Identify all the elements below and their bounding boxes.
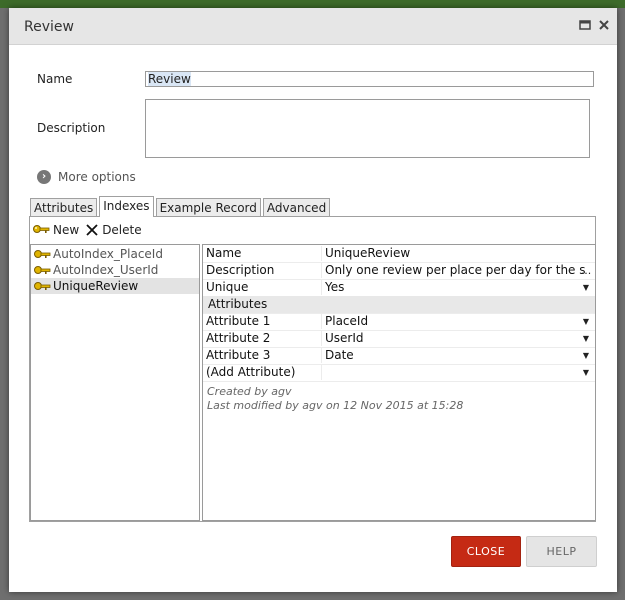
description-more-button[interactable]: ... (580, 263, 592, 278)
tab-bar: Attributes Indexes Example Record Advanc… (30, 196, 332, 217)
new-index-button[interactable]: New (32, 223, 79, 237)
property-key: Name (206, 246, 242, 260)
review-dialog: Review Name Review Description › More op… (9, 8, 617, 592)
key-icon (34, 250, 51, 258)
index-properties: Name UniqueReview Description Only one r… (202, 244, 596, 521)
created-by-text: Created by agv (207, 385, 292, 398)
key-new-icon (33, 225, 50, 233)
property-value-name[interactable]: UniqueReview (321, 246, 585, 261)
property-value-attribute-3[interactable]: Date (321, 348, 585, 363)
dropdown-arrow-icon[interactable]: ▼ (580, 348, 592, 363)
property-value-unique[interactable]: Yes (321, 280, 585, 295)
description-field[interactable] (145, 99, 590, 158)
key-icon (34, 282, 51, 290)
property-value-attribute-1[interactable]: PlaceId (321, 314, 585, 329)
last-modified-text: Last modified by agv on 12 Nov 2015 at 1… (207, 399, 464, 412)
chevron-right-icon: › (37, 170, 51, 184)
delete-index-button[interactable]: Delete (85, 223, 142, 237)
name-field[interactable]: Review (145, 71, 594, 87)
dropdown-arrow-icon[interactable]: ▼ (580, 365, 592, 380)
index-name: AutoIndex_PlaceId (53, 247, 163, 261)
property-row-name: Name UniqueReview (203, 245, 595, 263)
tab-attributes[interactable]: Attributes (30, 198, 98, 217)
dropdown-arrow-icon[interactable]: ▼ (580, 314, 592, 329)
tab-indexes[interactable]: Indexes (99, 196, 154, 217)
list-item[interactable]: AutoIndex_PlaceId (31, 246, 199, 262)
more-options-label: More options (58, 170, 136, 184)
index-list: AutoIndex_PlaceId AutoIndex_UserId Uniqu… (30, 244, 200, 521)
indexes-panel: New Delete AutoIndex_PlaceId AutoIndex_U… (29, 216, 596, 522)
list-item[interactable]: AutoIndex_UserId (31, 262, 199, 278)
dialog-title: Review (24, 19, 74, 35)
property-key: Attribute 3 (206, 348, 271, 362)
tab-advanced[interactable]: Advanced (262, 198, 331, 217)
property-key: Description (206, 263, 275, 277)
property-row-attribute-2: Attribute 2 UserId ▼ (203, 330, 595, 348)
property-key: Unique (206, 280, 249, 294)
close-button[interactable]: CLOSE (451, 536, 521, 567)
property-row-add-attribute: (Add Attribute) ▼ (203, 364, 595, 382)
indexes-toolbar: New Delete (32, 221, 148, 239)
dropdown-arrow-icon[interactable]: ▼ (580, 280, 592, 295)
index-name: AutoIndex_UserId (53, 263, 159, 277)
watermark-text: https://blog.csdn.net/weixin_44201062 (342, 572, 603, 587)
dropdown-arrow-icon[interactable]: ▼ (580, 331, 592, 346)
more-options-toggle[interactable]: › More options (37, 169, 136, 185)
property-value-attribute-2[interactable]: UserId (321, 331, 585, 346)
tab-example-record[interactable]: Example Record (155, 198, 261, 217)
property-row-unique: Unique Yes ▼ (203, 279, 595, 297)
close-icon[interactable] (597, 18, 611, 32)
property-row-attribute-1: Attribute 1 PlaceId ▼ (203, 313, 595, 331)
delete-index-label: Delete (102, 223, 142, 237)
new-index-label: New (53, 223, 80, 237)
property-value-add-attribute[interactable] (321, 365, 585, 380)
property-row-description: Description Only one review per place pe… (203, 262, 595, 280)
list-item[interactable]: UniqueReview (31, 278, 199, 294)
app-top-bar (0, 0, 625, 8)
description-label: Description (37, 121, 106, 135)
attributes-section-header: Attributes (203, 296, 595, 314)
dialog-titlebar: Review (9, 8, 617, 45)
property-key: Attribute 1 (206, 314, 271, 328)
property-value-description[interactable]: Only one review per place per day for th… (321, 263, 585, 278)
section-title: Attributes (208, 297, 268, 311)
help-button[interactable]: HELP (526, 536, 597, 567)
delete-x-icon (86, 224, 98, 236)
property-row-attribute-3: Attribute 3 Date ▼ (203, 347, 595, 365)
property-key: (Add Attribute) (206, 365, 296, 379)
name-label: Name (37, 72, 73, 86)
property-key: Attribute 2 (206, 331, 271, 345)
name-value: Review (148, 72, 191, 86)
index-name: UniqueReview (53, 279, 139, 293)
maximize-icon[interactable] (578, 18, 592, 32)
key-icon (34, 266, 51, 274)
